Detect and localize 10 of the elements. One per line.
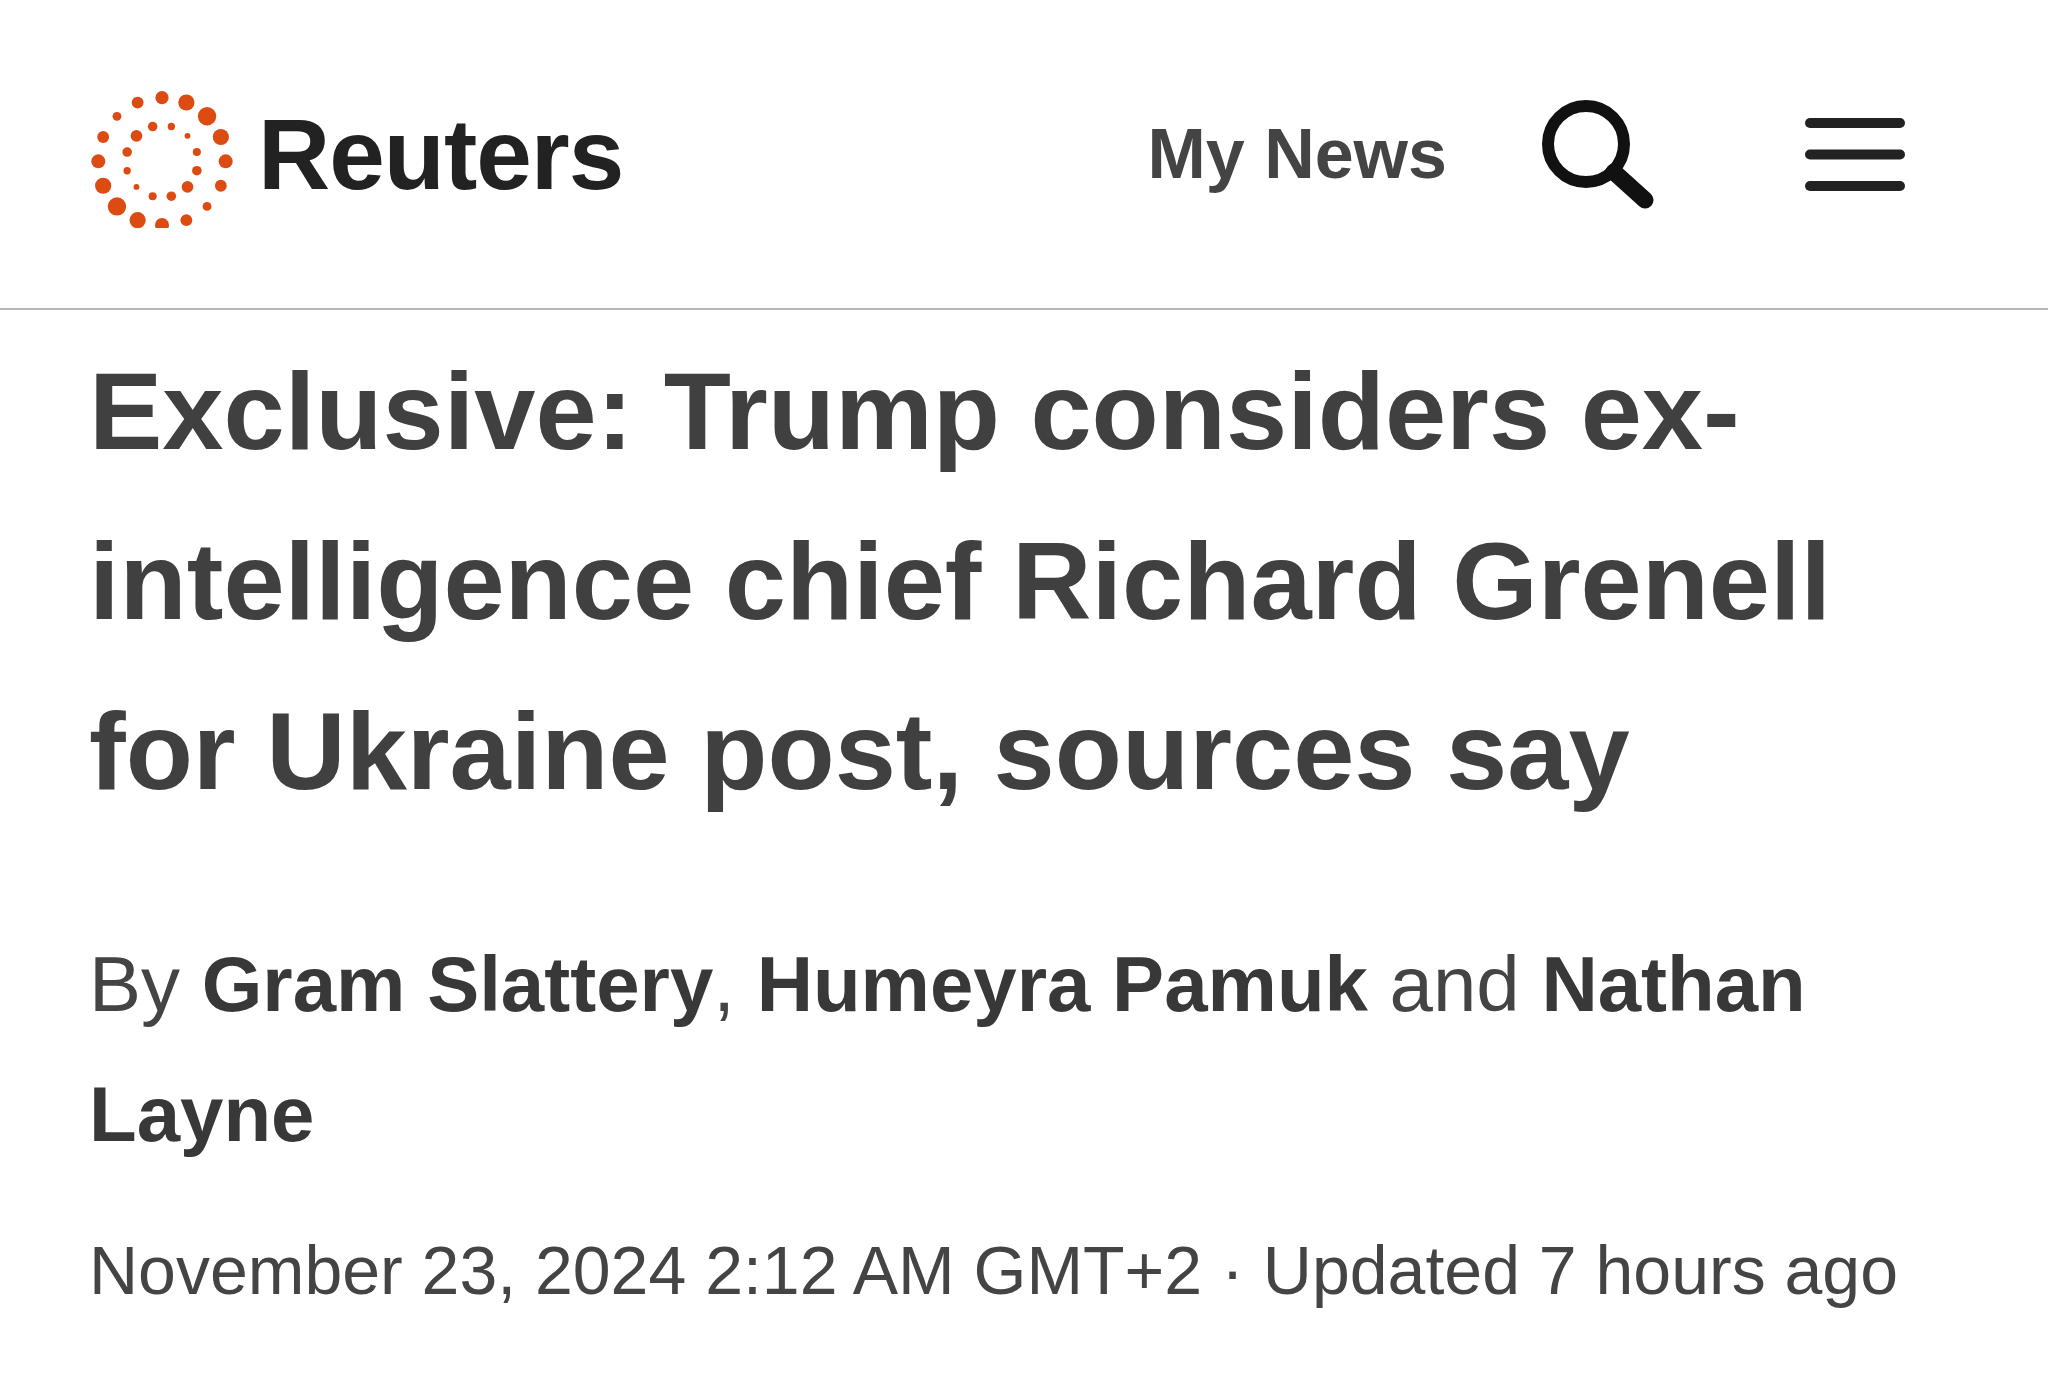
publish-date: November 23, 2024 2:12 AM GMT+2	[89, 1232, 1203, 1308]
updated-time: Updated 7 hours ago	[1262, 1232, 1898, 1308]
article-headline: Exclusive: Trump considers ex-intelligence chief Richard Grenell for Ukraine post, sources say	[89, 348, 1833, 814]
author-byline: By Gram Slattery, Humeyra Pamuk and Nathan Layne	[89, 939, 1807, 1160]
menu-icon	[1805, 117, 1905, 191]
separator-dot: ·	[1221, 1232, 1244, 1308]
logo-link[interactable]: Reuters	[88, 80, 624, 228]
search-button[interactable]	[1541, 98, 1656, 210]
menu-button[interactable]	[1805, 117, 1905, 191]
search-icon	[1541, 98, 1656, 210]
